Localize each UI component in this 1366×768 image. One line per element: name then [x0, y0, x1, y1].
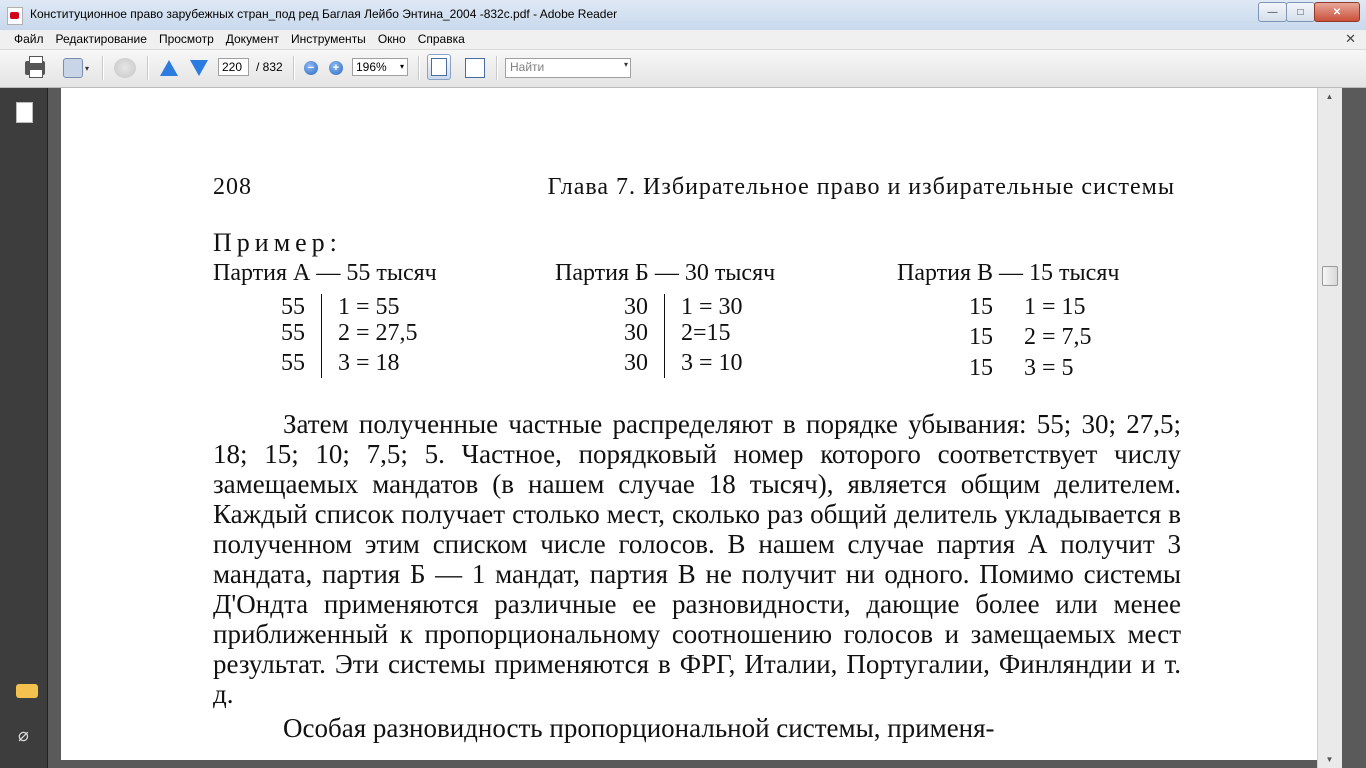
quotient-division: 2 = 27,5	[338, 320, 418, 346]
zoom-level-select[interactable]: 196% ▾	[352, 58, 408, 76]
party-b-header: Партия Б — 30 тысяч	[555, 260, 776, 286]
quotient-votes: 15	[969, 294, 993, 320]
menu-file[interactable]: Файл	[8, 32, 50, 46]
title-bar: Конституционное право зарубежных стран_п…	[0, 0, 1366, 31]
chevron-down-icon: ▾	[399, 62, 404, 71]
quotient-votes: 15	[969, 355, 993, 381]
fit-page-button[interactable]	[464, 57, 486, 79]
zoom-level-value: 196%	[356, 60, 387, 74]
scroll-down-icon[interactable]: ▼	[1321, 751, 1338, 768]
paragraph-partial: Особая разновидность пропорциональной си…	[283, 713, 995, 743]
menu-help[interactable]: Справка	[412, 32, 471, 46]
quotient-division: 1 = 55	[338, 294, 400, 320]
paragraph: Затем полученные частные распределяют в …	[213, 409, 1181, 709]
quotient-division: 3 = 18	[338, 350, 400, 376]
page-number: 208	[213, 174, 252, 200]
quotient-division: 3 = 5	[1024, 355, 1074, 381]
toolbar-separator	[418, 56, 420, 80]
toolbar: ▾ 220 / 832 − + 196% ▾ Найти ▾	[0, 50, 1366, 88]
search-input[interactable]: Найти ▾	[505, 58, 631, 78]
print-icon	[25, 56, 45, 78]
fit-page-icon	[465, 58, 485, 78]
chevron-down-icon: ▾	[84, 63, 89, 73]
document-area[interactable]: 208 Глава 7. Избирательное право и избир…	[48, 88, 1342, 768]
minimize-button[interactable]: —	[1258, 2, 1287, 22]
share-icon	[62, 58, 83, 78]
attachments-icon[interactable]: ⌀	[18, 725, 29, 746]
next-page-icon	[190, 60, 208, 76]
quotient-division: 2 = 7,5	[1024, 324, 1092, 350]
body-text: Затем полученные частные распределяют в …	[213, 409, 1181, 743]
quotient-votes: 30	[624, 320, 648, 346]
collaborate-button[interactable]	[112, 57, 138, 79]
toolbar-separator	[102, 56, 104, 80]
example-label: Пример:	[213, 228, 342, 257]
menu-document[interactable]: Документ	[220, 32, 285, 46]
scroll-up-icon[interactable]: ▲	[1321, 88, 1338, 105]
menu-tools[interactable]: Инструменты	[285, 32, 372, 46]
menu-edit[interactable]: Редактирование	[50, 32, 153, 46]
page-number-input[interactable]: 220	[218, 58, 249, 76]
quotient-votes: 55	[281, 350, 305, 376]
adobe-pdf-icon	[7, 7, 23, 25]
quotient-votes: 15	[969, 324, 993, 350]
workspace: ⌀ 208 Глава 7. Избирательное право и изб…	[0, 88, 1366, 768]
chevron-down-icon: ▾	[623, 60, 628, 69]
toolbar-separator	[147, 56, 149, 80]
prev-page-button[interactable]	[158, 57, 180, 79]
party-c-header: Партия В — 15 тысяч	[897, 260, 1120, 286]
zoom-in-icon: +	[329, 61, 343, 75]
close-button[interactable]: ✕	[1314, 2, 1360, 22]
prev-page-icon	[160, 60, 178, 76]
toolbar-separator	[496, 56, 498, 80]
fit-width-icon	[427, 54, 451, 80]
print-button[interactable]	[22, 56, 48, 79]
navigation-pane: ⌀	[0, 88, 48, 768]
quotient-division: 1 = 15	[1024, 294, 1086, 320]
quotient-votes: 55	[281, 320, 305, 346]
toolbar-separator	[293, 56, 295, 80]
quotient-division: 2=15	[681, 320, 731, 346]
maximize-button[interactable]: □	[1286, 2, 1315, 22]
table-divider	[664, 294, 665, 378]
menu-bar: Файл Редактирование Просмотр Документ Ин…	[0, 30, 1366, 50]
share-button[interactable]: ▾	[58, 57, 94, 79]
chapter-title: Глава 7. Избирательное право и избирател…	[547, 174, 1175, 200]
fit-width-button[interactable]	[427, 54, 451, 80]
quotient-division: 3 = 10	[681, 350, 743, 376]
pages-panel-icon[interactable]	[16, 102, 33, 123]
party-a-header: Партия А — 55 тысяч	[213, 260, 437, 286]
quotient-division: 1 = 30	[681, 294, 743, 320]
table-divider	[321, 294, 322, 378]
window-title: Конституционное право зарубежных стран_п…	[30, 7, 618, 21]
vertical-scrollbar[interactable]: ▲ ▼	[1317, 88, 1342, 768]
menu-view[interactable]: Просмотр	[153, 32, 220, 46]
search-placeholder: Найти	[510, 60, 545, 74]
close-document-button[interactable]: ✕	[1345, 31, 1356, 47]
quotient-votes: 30	[624, 294, 648, 320]
scrollbar-thumb[interactable]	[1322, 266, 1338, 286]
collaborate-icon	[114, 58, 136, 78]
zoom-in-button[interactable]: +	[327, 57, 345, 79]
zoom-out-button[interactable]: −	[302, 57, 320, 79]
window-controls: — □ ✕	[1258, 2, 1360, 22]
page-total: / 832	[256, 60, 283, 74]
zoom-out-icon: −	[304, 61, 318, 75]
pdf-page: 208 Глава 7. Избирательное право и избир…	[61, 88, 1329, 760]
menu-window[interactable]: Окно	[372, 32, 412, 46]
comments-icon[interactable]	[16, 684, 38, 698]
next-page-button[interactable]	[188, 57, 210, 79]
quotient-votes: 30	[624, 350, 648, 376]
quotient-votes: 55	[281, 294, 305, 320]
